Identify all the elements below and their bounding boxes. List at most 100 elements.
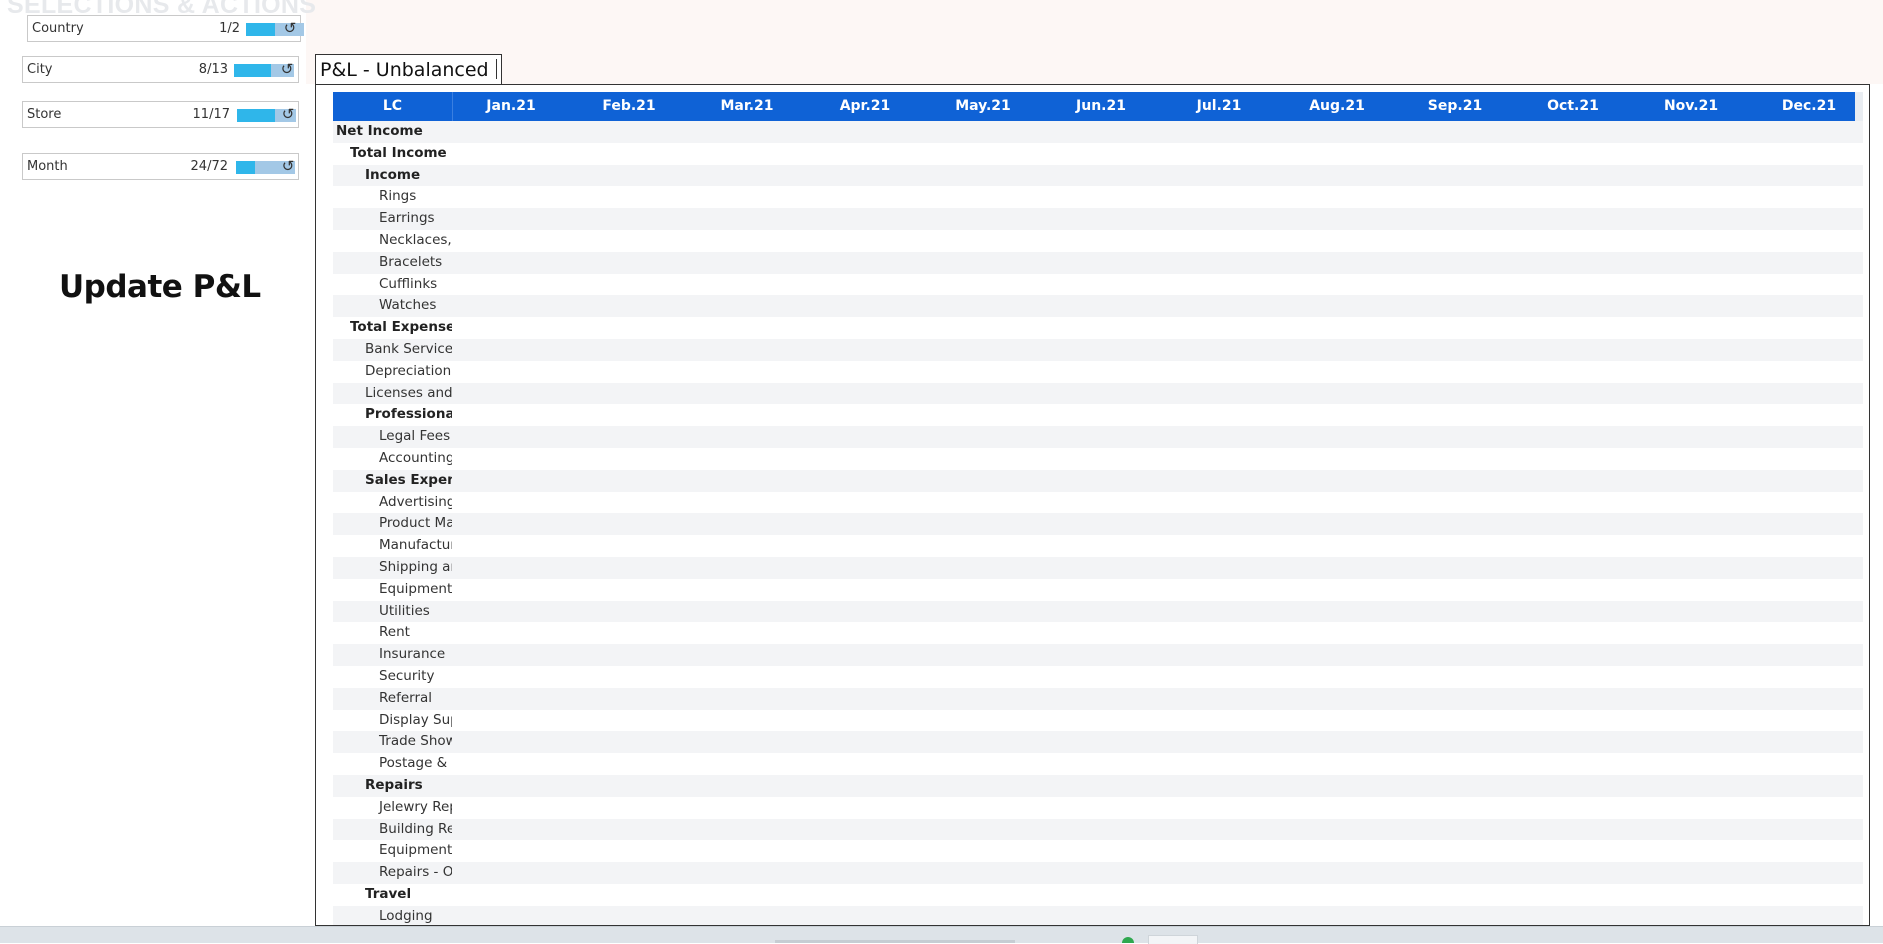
table-row[interactable]: Insurance xyxy=(333,644,1863,666)
reset-icon[interactable]: ↺ xyxy=(279,157,297,175)
row-label: Repairs xyxy=(365,776,423,793)
filter-month[interactable]: Month 24/72 ↺ xyxy=(22,153,299,180)
header-month[interactable]: Jun.21 xyxy=(1042,92,1160,121)
table-row[interactable]: Trade Show xyxy=(333,731,1863,754)
table-row[interactable]: Total Expenses xyxy=(333,317,1863,339)
pl-table-title-text: P&L - Unbalanced xyxy=(320,59,489,81)
table-row[interactable]: Bank Service ( xyxy=(333,338,1863,361)
table-row[interactable]: Security xyxy=(333,666,1863,688)
filter-label: Store xyxy=(27,107,62,122)
top-band xyxy=(306,0,1883,84)
row-label: Cufflinks xyxy=(379,275,438,292)
text-cursor xyxy=(495,59,497,79)
table-row[interactable]: Building Re xyxy=(333,818,1863,841)
row-label: Utilities xyxy=(379,602,430,619)
table-row[interactable]: Rent xyxy=(333,622,1863,644)
row-label: Net Income xyxy=(336,123,423,139)
table-row[interactable]: Total Income xyxy=(333,143,1863,165)
table-row[interactable]: Necklaces, ( xyxy=(333,230,1863,252)
filter-country[interactable]: Country 1/2 ↺ xyxy=(27,15,304,42)
row-label: Equipment xyxy=(379,842,452,859)
table-row[interactable]: Lodging xyxy=(333,905,1863,925)
filter-store[interactable]: Store 11/17 ↺ xyxy=(22,101,299,128)
table-row[interactable]: Rings xyxy=(333,186,1863,208)
table-row[interactable]: Referral xyxy=(333,687,1863,710)
table-row[interactable]: Sales Expense xyxy=(333,469,1863,492)
row-label: Accounting xyxy=(379,449,452,466)
header-month[interactable]: Nov.21 xyxy=(1632,92,1750,121)
header-month[interactable]: Jul.21 xyxy=(1160,92,1278,121)
filter-label: Country xyxy=(32,21,84,36)
header-month[interactable]: Dec.21 xyxy=(1750,92,1868,121)
table-row[interactable]: Income xyxy=(333,164,1863,187)
toolbar-tab[interactable] xyxy=(1148,935,1198,944)
table-row[interactable]: Advertising xyxy=(333,492,1863,514)
row-label: Licenses and xyxy=(365,384,452,401)
table-row[interactable]: Equipment xyxy=(333,579,1863,601)
row-label: Depreciation xyxy=(365,362,452,379)
table-body: Net Income Total Income Income Rings Earring… xyxy=(333,121,1863,925)
table-row[interactable]: Equipment xyxy=(333,840,1863,862)
table-row[interactable]: Legal Fees xyxy=(333,426,1863,448)
row-label: Insurance xyxy=(379,646,446,663)
header-month[interactable]: Sep.21 xyxy=(1396,92,1514,121)
filter-city[interactable]: City 8/13 ↺ xyxy=(22,56,299,83)
header-month[interactable]: Jan.21 xyxy=(452,92,570,121)
header-month[interactable]: Mar.21 xyxy=(688,92,806,121)
table-row[interactable]: Postage & [ xyxy=(333,753,1863,775)
table-row[interactable]: Cufflinks xyxy=(333,274,1863,296)
pl-table-frame: LC Jan.21 Feb.21 Mar.21 Apr.21 May.21 Jun.21 J… xyxy=(315,84,1870,926)
table-row[interactable]: Repairs - O xyxy=(333,862,1863,884)
row-label: Watches xyxy=(379,297,437,314)
table-row[interactable]: Bracelets xyxy=(333,251,1863,274)
filter-progress-fill xyxy=(234,64,272,77)
table-row[interactable]: Manufactur xyxy=(333,535,1863,557)
bottom-toolbar xyxy=(0,926,1883,944)
filter-label: City xyxy=(27,62,53,77)
table-row[interactable]: Product Ma xyxy=(333,513,1863,536)
header-month[interactable]: Aug.21 xyxy=(1278,92,1396,121)
table-row[interactable]: Net Income xyxy=(333,121,1863,143)
reset-icon[interactable]: ↺ xyxy=(281,19,299,37)
row-label: Building Re xyxy=(379,820,452,837)
filter-progress-fill xyxy=(237,109,276,122)
header-month[interactable]: Apr.21 xyxy=(806,92,924,121)
table-header: LC Jan.21 Feb.21 Mar.21 Apr.21 May.21 Jun.21 J… xyxy=(333,92,1863,121)
table-row[interactable]: Jelewry Rep xyxy=(333,797,1863,819)
table-row[interactable]: Travel xyxy=(333,884,1863,906)
row-label: Legal Fees xyxy=(379,428,451,445)
filter-progress-fill xyxy=(246,23,275,36)
table-row[interactable]: Display Sup xyxy=(333,710,1863,732)
table-row[interactable]: Depreciation xyxy=(333,361,1863,383)
table-row[interactable]: Earrings xyxy=(333,208,1863,230)
header-month[interactable]: Oct.21 xyxy=(1514,92,1632,121)
row-label: Equipment xyxy=(379,580,452,597)
table-row[interactable]: Utilities xyxy=(333,600,1863,623)
status-indicator-icon xyxy=(1122,937,1134,943)
row-label: Postage & [ xyxy=(379,755,452,772)
table-row[interactable]: Professional F xyxy=(333,404,1863,426)
pl-table-title[interactable]: P&L - Unbalanced xyxy=(315,54,502,84)
filter-count: 11/17 xyxy=(192,107,230,122)
row-label: Security xyxy=(379,667,435,684)
table-row[interactable]: Watches xyxy=(333,295,1863,318)
header-month[interactable]: May.21 xyxy=(924,92,1042,121)
reset-icon[interactable]: ↺ xyxy=(278,60,296,78)
row-label: Bank Service ( xyxy=(365,340,452,357)
reset-icon[interactable]: ↺ xyxy=(279,105,297,123)
row-label: Shipping ar xyxy=(379,558,452,575)
table-row[interactable]: Accounting xyxy=(333,448,1863,470)
row-label: Product Ma xyxy=(379,515,452,532)
table-row[interactable]: Shipping ar xyxy=(333,556,1863,579)
table-row[interactable]: Licenses and xyxy=(333,382,1863,405)
table-row[interactable]: Repairs xyxy=(333,774,1863,797)
row-label: Repairs - O xyxy=(379,864,452,881)
update-pl-button[interactable]: Update P&L xyxy=(59,269,261,305)
header-lc[interactable]: LC xyxy=(333,92,453,121)
row-label: Professional F xyxy=(365,406,452,423)
filter-progress-fill xyxy=(236,161,256,174)
row-label: Jelewry Rep xyxy=(379,798,452,815)
row-label: Bracelets xyxy=(379,253,443,270)
header-month[interactable]: Feb.21 xyxy=(570,92,688,121)
row-label: Manufactur xyxy=(379,537,452,554)
